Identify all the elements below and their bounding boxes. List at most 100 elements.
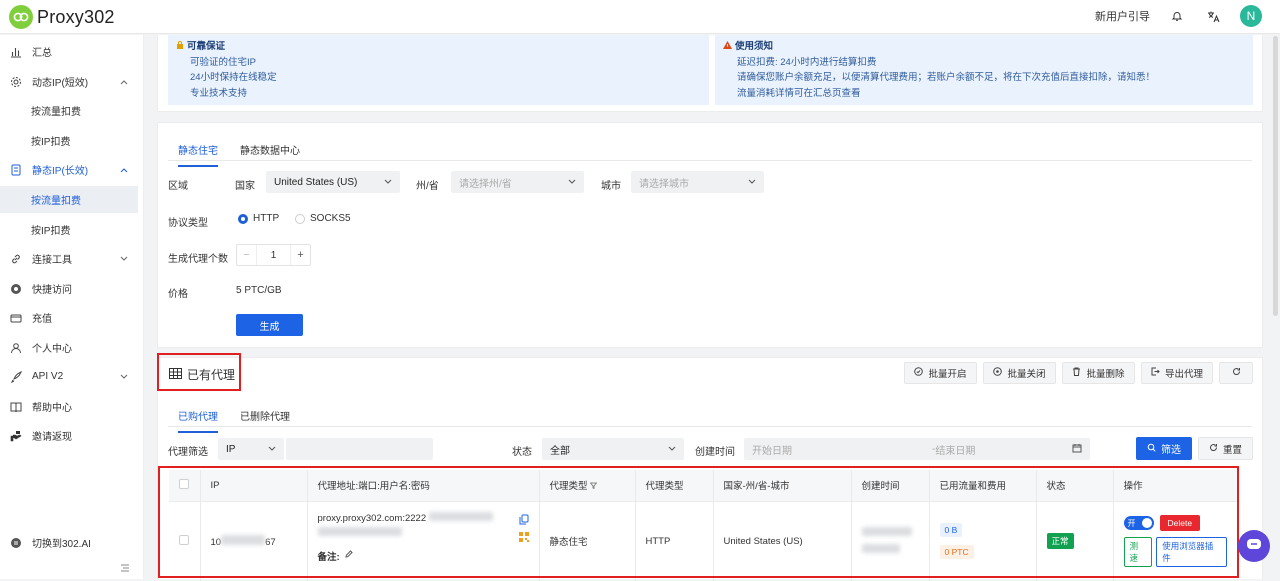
sidebar-item-label: 邀请返现 bbox=[32, 432, 72, 443]
new-user-guide-link[interactable]: 新用户引导 bbox=[1095, 8, 1150, 24]
sidebar-item-label: 充值 bbox=[32, 314, 52, 325]
chevron-down-icon bbox=[120, 372, 128, 383]
chevron-down-icon bbox=[748, 177, 756, 188]
tab-divider bbox=[168, 160, 1252, 161]
filter-input[interactable] bbox=[286, 438, 433, 460]
sidebar-item-static-traffic[interactable]: 按流量扣费 bbox=[0, 186, 138, 213]
sidebar-item-label: 按IP扣费 bbox=[31, 137, 71, 148]
tab-deleted-proxies[interactable]: 已删除代理 bbox=[240, 408, 290, 433]
refresh-button[interactable] bbox=[1219, 362, 1253, 384]
logo[interactable]: Proxy302 bbox=[9, 5, 115, 29]
reset-icon bbox=[1209, 443, 1218, 455]
filter-type-select[interactable]: IP bbox=[218, 438, 284, 460]
button-label: 批量关闭 bbox=[1007, 369, 1046, 380]
button-label: 批量删除 bbox=[1086, 369, 1125, 380]
translate-icon[interactable] bbox=[1204, 7, 1222, 25]
sidebar-item-dynamic-ip[interactable]: 动态IP(短效) bbox=[0, 68, 138, 95]
end-date-placeholder[interactable]: 结束日期 bbox=[935, 442, 975, 457]
link-icon bbox=[9, 252, 23, 266]
sidebar-item-connect-tools[interactable]: 连接工具 bbox=[0, 245, 138, 272]
sidebar-item-dynamic-per-ip[interactable]: 按IP扣费 bbox=[0, 127, 138, 154]
start-date-placeholder[interactable]: 开始日期 bbox=[752, 442, 792, 457]
country-value: United States (US) bbox=[274, 176, 358, 188]
reset-button[interactable]: 重置 bbox=[1198, 437, 1253, 460]
batch-enable-button[interactable]: 批量开启 bbox=[904, 362, 977, 384]
price-value: 5 PTC/GB bbox=[236, 285, 282, 296]
sidebar-item-label: 快捷访问 bbox=[32, 285, 72, 296]
switch-label: 切换到302.AI bbox=[32, 539, 91, 550]
notice-panel: 可靠保证 可验证的住宅IP 24小时保持在线稳定 专业技术支持 使用须知 延迟扣… bbox=[157, 35, 1263, 112]
chat-support-button[interactable] bbox=[1238, 530, 1270, 562]
protocol-http-radio[interactable]: HTTP bbox=[238, 213, 279, 224]
export-icon bbox=[1151, 367, 1160, 379]
status-select[interactable]: 全部 bbox=[542, 438, 684, 460]
sidebar-item-label: 汇总 bbox=[32, 48, 52, 59]
price-label: 价格 bbox=[168, 289, 188, 300]
tab-static-datacenter[interactable]: 静态数据中心 bbox=[240, 142, 300, 167]
button-label: 筛选 bbox=[1161, 445, 1181, 456]
sidebar-item-dynamic-traffic[interactable]: 按流量扣费 bbox=[0, 97, 138, 124]
user-icon bbox=[9, 341, 23, 355]
sidebar-item-label: 帮助中心 bbox=[32, 403, 72, 414]
switch-302ai[interactable]: 切换到302.AI bbox=[0, 529, 138, 556]
sidebar-item-api-v2[interactable]: API V2 bbox=[0, 363, 138, 390]
country-label: 国家 bbox=[235, 181, 255, 192]
date-range-picker[interactable]: 开始日期 - 结束日期 bbox=[744, 438, 1090, 460]
radio-checked-icon bbox=[238, 213, 248, 224]
chrome-icon bbox=[9, 282, 23, 296]
tab-divider bbox=[168, 426, 1252, 427]
book-icon bbox=[9, 400, 23, 414]
state-placeholder: 请选择州/省 bbox=[459, 178, 512, 190]
collapse-sidebar-icon[interactable] bbox=[120, 563, 130, 575]
city-select[interactable]: 请选择城市 bbox=[631, 171, 764, 193]
batch-disable-button[interactable]: 批量关闭 bbox=[983, 362, 1056, 384]
chevron-down-icon bbox=[268, 444, 276, 455]
sidebar-item-label: 静态IP(长效) bbox=[32, 166, 89, 177]
highlight-title-box bbox=[157, 353, 241, 391]
quantity-stepper: − 1 + bbox=[236, 244, 311, 266]
count-label: 生成代理个数 bbox=[168, 254, 228, 265]
protocol-socks5-radio[interactable]: SOCKS5 bbox=[295, 213, 351, 224]
state-select[interactable]: 请选择州/省 bbox=[451, 171, 584, 193]
check-circle-icon bbox=[914, 367, 924, 379]
sidebar-item-static-per-ip[interactable]: 按IP扣费 bbox=[0, 216, 138, 243]
search-icon bbox=[1147, 443, 1156, 455]
chevron-up-icon bbox=[120, 165, 128, 176]
purchase-form-panel: 静态住宅 静态数据中心 区域 国家 United States (US) 州/省… bbox=[157, 122, 1263, 348]
hand-icon bbox=[9, 429, 23, 443]
notice-reliability: 可靠保证 可验证的住宅IP 24小时保持在线稳定 专业技术支持 bbox=[168, 35, 709, 105]
sidebar-item-label: API V2 bbox=[32, 371, 64, 382]
chevron-down-icon bbox=[120, 254, 128, 265]
rocket-icon bbox=[9, 370, 23, 384]
sidebar-item-summary[interactable]: 汇总 bbox=[0, 38, 138, 65]
sidebar-item-help[interactable]: 帮助中心 bbox=[0, 393, 138, 420]
search-button[interactable]: 筛选 bbox=[1136, 437, 1192, 460]
sidebar-item-static-ip[interactable]: 静态IP(长效) bbox=[0, 156, 138, 183]
plus-button[interactable]: + bbox=[290, 245, 310, 265]
chevron-down-icon bbox=[668, 444, 676, 455]
logo-mark-icon bbox=[9, 5, 33, 29]
country-select[interactable]: United States (US) bbox=[266, 171, 400, 193]
chevron-up-icon bbox=[120, 77, 128, 88]
chevron-down-icon bbox=[384, 177, 392, 188]
sidebar-item-invite[interactable]: 邀请返现 bbox=[0, 422, 138, 449]
tab-purchased-proxies[interactable]: 已购代理 bbox=[178, 408, 218, 433]
batch-delete-button[interactable]: 批量删除 bbox=[1062, 362, 1135, 384]
sidebar-item-profile[interactable]: 个人中心 bbox=[0, 334, 138, 361]
notice-line: 可验证的住宅IP bbox=[190, 56, 256, 68]
generate-button[interactable]: 生成 bbox=[236, 314, 303, 336]
sidebar-item-recharge[interactable]: 充值 bbox=[0, 304, 138, 331]
bell-icon[interactable] bbox=[1168, 7, 1186, 25]
export-proxies-button[interactable]: 导出代理 bbox=[1141, 362, 1213, 384]
page-scrollbar[interactable] bbox=[1273, 36, 1278, 316]
sidebar-item-label: 连接工具 bbox=[32, 255, 72, 266]
avatar[interactable]: N bbox=[1240, 5, 1262, 27]
minus-button[interactable]: − bbox=[237, 245, 257, 265]
sidebar: 汇总 动态IP(短效) 按流量扣费 按IP扣费 静态IP(长效) 按流量扣费 按… bbox=[0, 35, 144, 579]
stop-circle-icon bbox=[993, 367, 1003, 379]
sidebar-item-quick-access[interactable]: 快捷访问 bbox=[0, 275, 138, 302]
quantity-value[interactable]: 1 bbox=[257, 245, 290, 265]
proxy-list-tabs: 已购代理 已删除代理 bbox=[178, 408, 290, 433]
tab-static-residential[interactable]: 静态住宅 bbox=[178, 142, 218, 167]
button-label: 重置 bbox=[1222, 444, 1242, 456]
